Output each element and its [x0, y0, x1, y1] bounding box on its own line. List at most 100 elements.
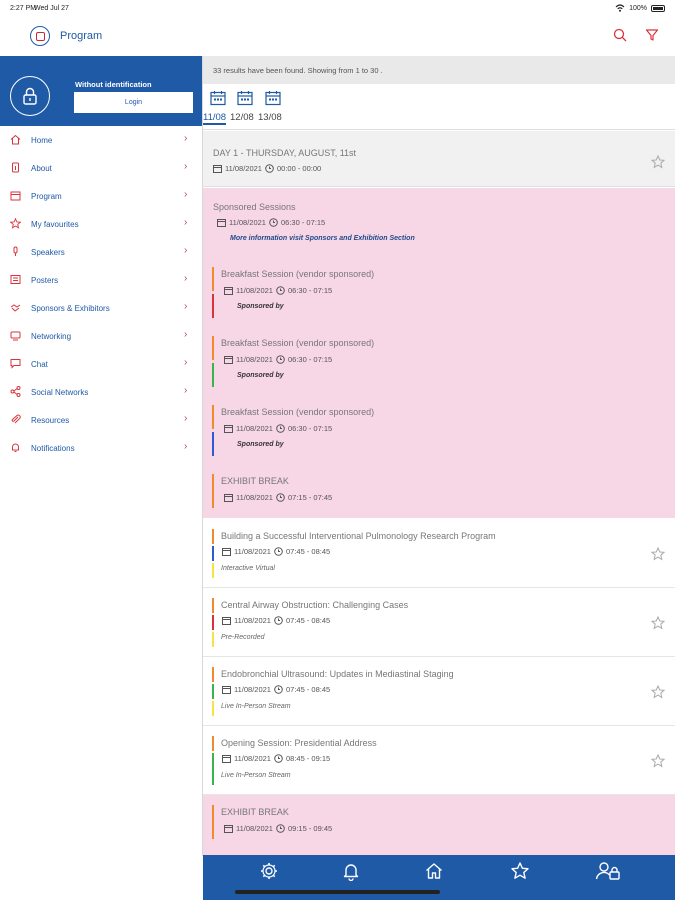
chevron-right-icon: › — [184, 441, 188, 452]
search-icon[interactable] — [613, 28, 627, 42]
home-icon[interactable] — [424, 861, 444, 881]
session-title: Opening Session: Presidential Address — [221, 738, 377, 748]
chevron-right-icon: › — [184, 161, 188, 172]
session-date: 11/08/2021 — [236, 424, 273, 433]
clock-icon — [274, 547, 283, 556]
session-item: Opening Session: Presidential Address 11… — [212, 736, 672, 788]
session-meta: 11/08/2021 06:30 - 07:15 — [224, 355, 332, 364]
filter-icon[interactable] — [645, 28, 659, 42]
calendar-icon — [224, 355, 233, 364]
sponsored-sessions-group[interactable]: Sponsored Sessions 11/08/2021 06:30 - 07… — [203, 188, 675, 518]
chevron-right-icon: › — [184, 357, 188, 368]
sidebar-item-chat[interactable]: Chat › — [0, 350, 203, 378]
session-item: EXHIBIT BREAK 11/08/2021 09:15 - 09:45 — [212, 805, 672, 841]
chevron-right-icon: › — [184, 217, 188, 228]
day-header[interactable]: DAY 1 - THURSDAY, AUGUST, 11st 11/08/202… — [203, 131, 675, 187]
top-actions — [613, 28, 659, 42]
sidebar-item-home[interactable]: Home › — [0, 126, 203, 154]
day-title: DAY 1 - THURSDAY, AUGUST, 11st — [213, 148, 357, 158]
favourite-star-icon[interactable] — [651, 754, 665, 768]
calendar-icon — [222, 685, 231, 694]
login-button[interactable]: Login — [74, 92, 193, 113]
calendar-icon[interactable] — [210, 90, 226, 106]
session-item[interactable]: Breakfast Session (vendor sponsored) 11/… — [212, 336, 672, 391]
tab-date-11-08[interactable]: 11/08 — [203, 112, 227, 125]
user-lock-icon[interactable] — [595, 861, 621, 881]
networking-icon — [10, 330, 21, 341]
session-date: 11/08/2021 — [236, 286, 273, 295]
session-type: Live In-Person Stream — [221, 772, 291, 779]
sidebar-item-program[interactable]: Program › — [0, 182, 203, 210]
session-type: Interactive Virtual — [221, 565, 275, 572]
session-title: EXHIBIT BREAK — [221, 476, 289, 486]
sidebar-item-label: About — [31, 164, 52, 173]
session-row[interactable]: Opening Session: Presidential Address 11… — [203, 726, 675, 795]
calendar-icon — [222, 754, 231, 763]
sidebar-item-networking[interactable]: Networking › — [0, 322, 203, 350]
star-icon[interactable] — [510, 861, 530, 881]
color-bar — [212, 405, 214, 429]
session-row[interactable]: Endobronchial Ultrasound: Updates in Med… — [203, 657, 675, 726]
session-time: 07:45 - 08:45 — [285, 685, 331, 694]
clock-icon — [269, 218, 278, 227]
favourite-star-icon[interactable] — [651, 685, 665, 699]
sidebar-item-favourites[interactable]: My favourites › — [0, 210, 203, 238]
app-logo-icon[interactable] — [30, 26, 50, 46]
session-time: 07:45 - 08:45 — [285, 547, 331, 556]
sidebar-item-speakers[interactable]: Speakers › — [0, 238, 203, 266]
sponsor-info-link[interactable]: More information visit Sponsors and Exhi… — [230, 235, 415, 242]
calendar-icon[interactable] — [237, 90, 253, 106]
calendar-icon — [213, 164, 222, 173]
session-meta: 11/08/2021 07:45 - 08:45 — [222, 547, 330, 556]
session-row[interactable]: Building a Successful Interventional Pul… — [203, 519, 675, 588]
results-summary: 33 results have been found. Showing from… — [203, 56, 675, 84]
session-item[interactable]: EXHIBIT BREAK 11/08/2021 07:15 - 07:45 — [212, 474, 672, 510]
session-time: 06:30 - 07:15 — [287, 286, 333, 295]
session-title: Endobronchial Ultrasound: Updates in Med… — [221, 669, 454, 679]
session-row[interactable]: Central Airway Obstruction: Challenging … — [203, 588, 675, 657]
sidebar-item-resources[interactable]: Resources › — [0, 406, 203, 434]
clock-icon — [265, 164, 274, 173]
session-item[interactable]: Breakfast Session (vendor sponsored) 11/… — [212, 405, 672, 460]
color-bar — [212, 753, 214, 785]
avatar[interactable] — [10, 76, 50, 116]
day-date: 11/08/2021 — [225, 164, 262, 173]
chevron-right-icon: › — [184, 133, 188, 144]
calendar-icon[interactable] — [265, 90, 281, 106]
info-icon — [10, 162, 21, 173]
sidebar-item-label: Home — [31, 136, 53, 145]
sidebar-item-about[interactable]: About › — [0, 154, 203, 182]
session-meta: 11/08/2021 07:45 - 08:45 — [222, 685, 330, 694]
sidebar-item-social[interactable]: Social Networks › — [0, 378, 203, 406]
sidebar-header: Without identification Login — [0, 56, 203, 126]
sidebar-item-sponsors[interactable]: Sponsors & Exhibitors › — [0, 294, 203, 322]
bell-icon[interactable] — [341, 861, 361, 881]
calendar-icon — [222, 547, 231, 556]
battery-percent: 100% — [629, 4, 647, 12]
status-date: Wed Jul 27 — [34, 5, 69, 12]
group-title: Sponsored Sessions — [213, 202, 296, 212]
poster-icon — [10, 274, 21, 285]
session-meta: 11/08/2021 07:15 - 07:45 — [224, 493, 332, 502]
favourite-star-icon[interactable] — [651, 547, 665, 561]
tab-date-12-08[interactable]: 12/08 — [230, 112, 254, 123]
status-time: 2:27 PM — [10, 5, 37, 12]
favourite-star-icon[interactable] — [651, 155, 665, 169]
clock-icon — [276, 424, 285, 433]
chevron-right-icon: › — [184, 273, 188, 284]
sidebar-item-notifications[interactable]: Notifications › — [0, 434, 203, 462]
chat-icon — [10, 358, 21, 369]
sidebar-item-label: My favourites — [31, 220, 79, 229]
session-type: Live In-Person Stream — [221, 703, 291, 710]
calendar-icon — [224, 424, 233, 433]
session-time: 06:30 - 07:15 — [287, 355, 333, 364]
tab-date-13-08[interactable]: 13/08 — [258, 112, 282, 123]
session-time: 06:30 - 07:15 — [287, 424, 333, 433]
session-item[interactable]: Breakfast Session (vendor sponsored) 11/… — [212, 267, 672, 322]
settings-icon[interactable] — [259, 861, 279, 881]
session-date: 11/08/2021 — [234, 616, 271, 625]
exhibit-break-row[interactable]: EXHIBIT BREAK 11/08/2021 09:15 - 09:45 — [203, 795, 675, 855]
favourite-star-icon[interactable] — [651, 616, 665, 630]
sidebar-item-posters[interactable]: Posters › — [0, 266, 203, 294]
day-time: 00:00 - 00:00 — [276, 164, 322, 173]
